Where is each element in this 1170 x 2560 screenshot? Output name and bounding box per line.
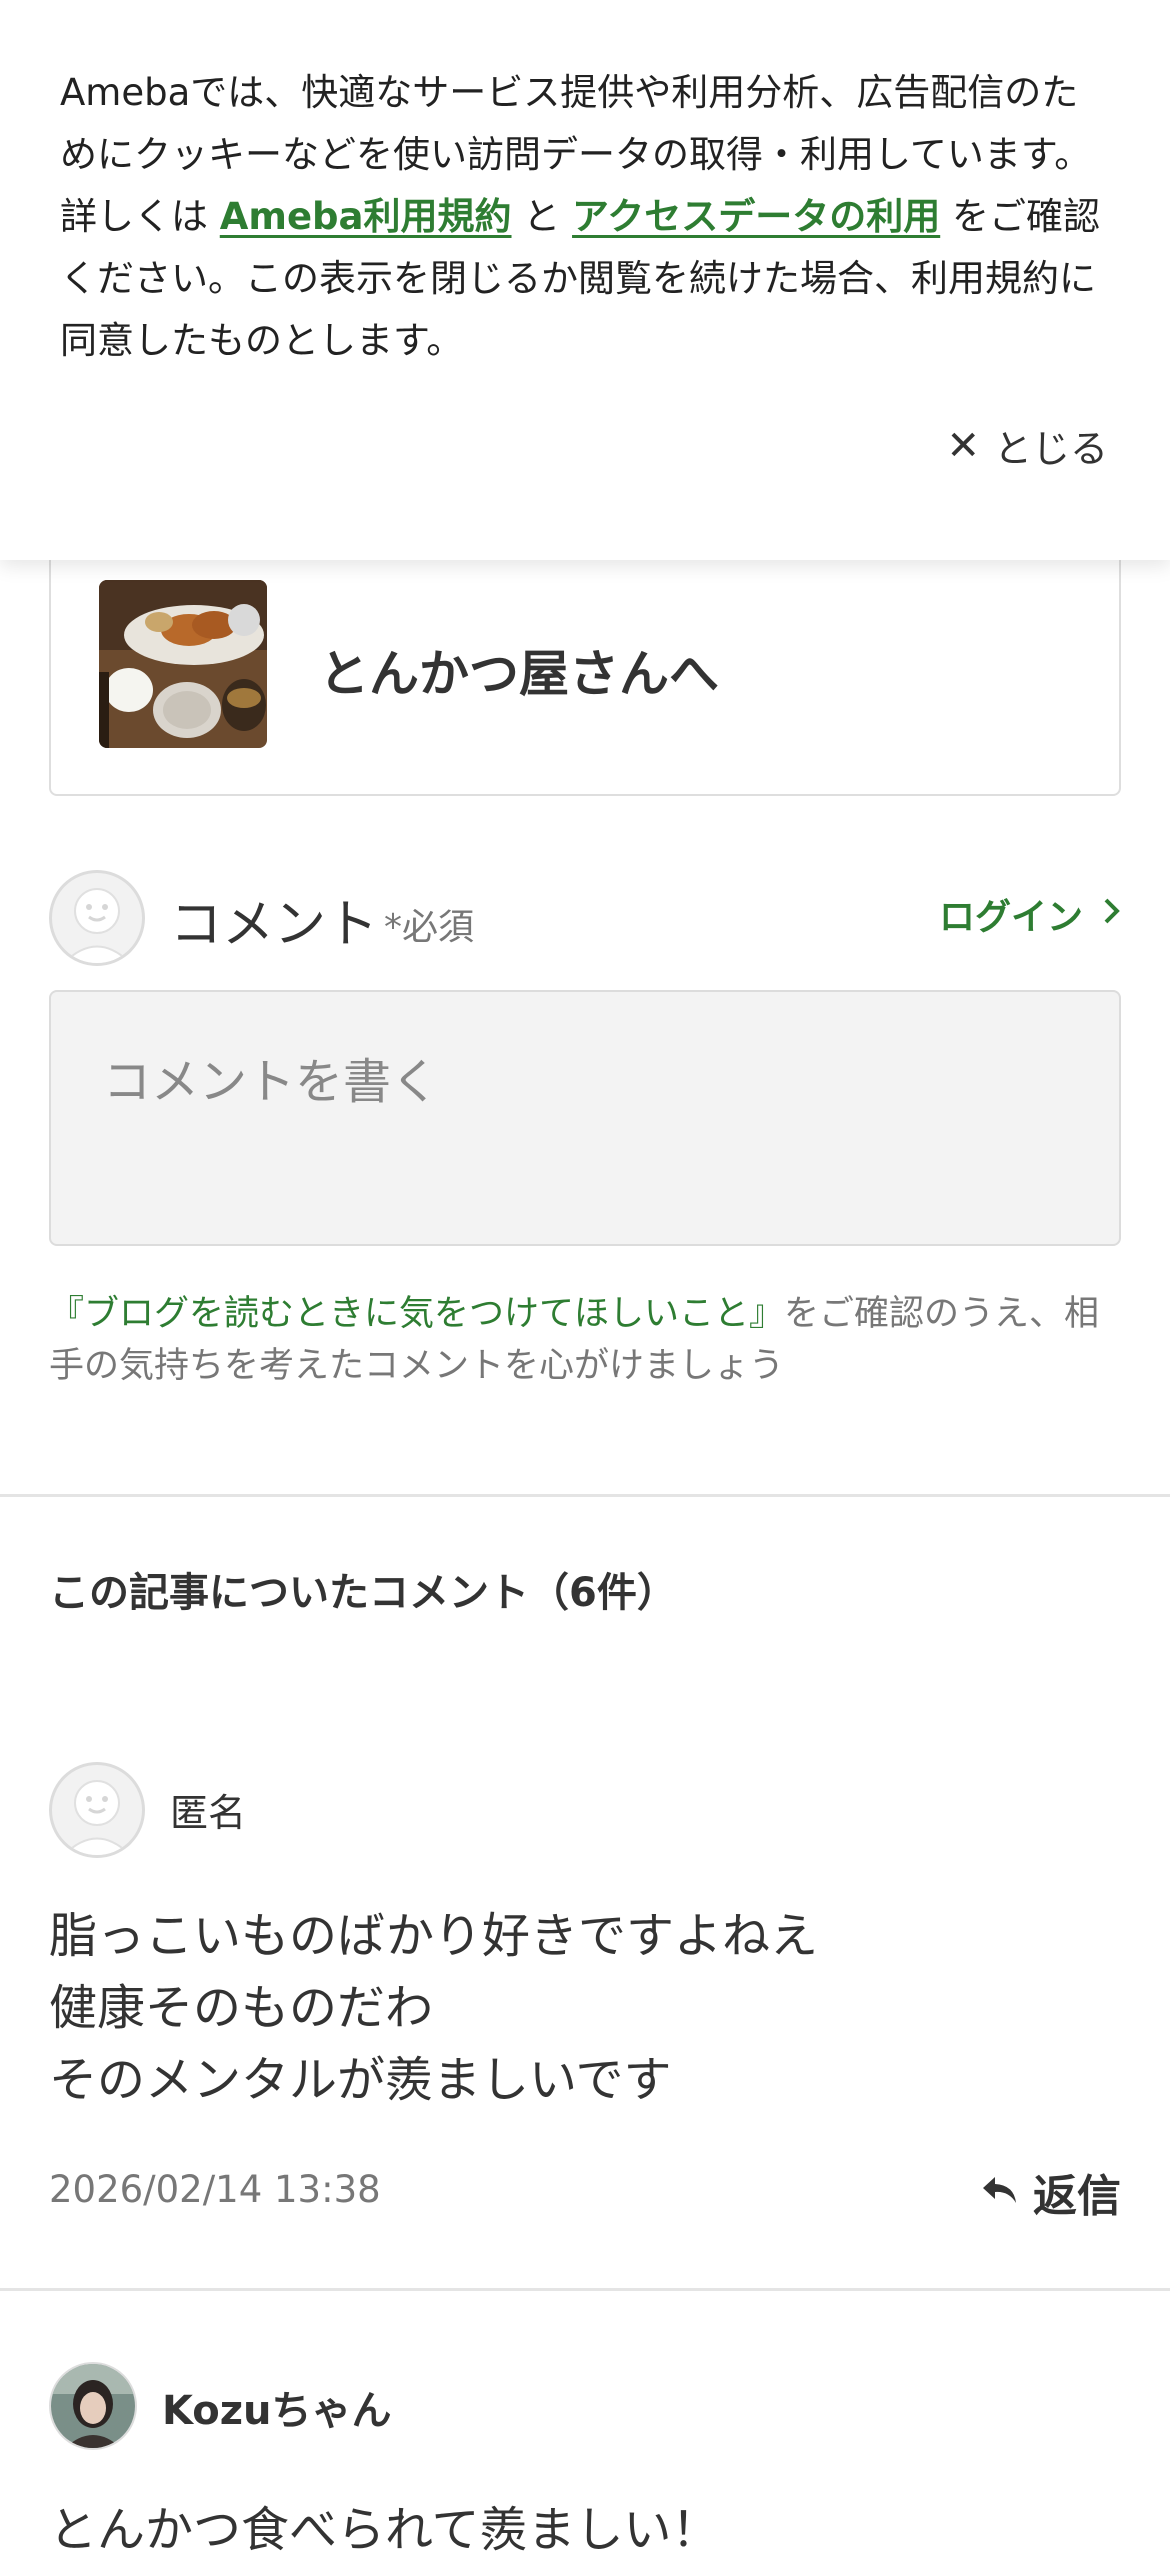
comment-body: 脂っこいものばかり好きですよねえ 健康そのものだわ そのメンタルが羨ましいです bbox=[49, 1900, 818, 2116]
cookie-consent-text: Amebaでは、快適なサービス提供や利用分析、広告配信のためにクッキーなどを使い… bbox=[60, 62, 1110, 372]
cookie-consent-banner: Amebaでは、快適なサービス提供や利用分析、広告配信のためにクッキーなどを使い… bbox=[0, 0, 1170, 560]
section-divider bbox=[0, 1494, 1170, 1497]
commenter-avatar bbox=[49, 1762, 145, 1858]
cookie-text-and: と bbox=[511, 195, 573, 238]
login-link[interactable]: ログイン bbox=[939, 888, 1121, 940]
comment-line: そのメンタルが羨ましいです bbox=[49, 2052, 672, 2108]
comment-label: コメント bbox=[170, 895, 379, 955]
reply-icon bbox=[981, 2167, 1019, 2218]
terms-link[interactable]: Ameba利用規約 bbox=[220, 195, 512, 238]
comment-line: 健康そのものだわ bbox=[49, 1980, 434, 2036]
cookie-close-label: とじる bbox=[993, 427, 1108, 471]
comment-input[interactable] bbox=[49, 990, 1121, 1246]
article-card[interactable]: とんかつ屋さんへ bbox=[49, 540, 1121, 796]
cookie-close-button[interactable]: ✕ とじる bbox=[946, 418, 1108, 473]
reply-label: 返信 bbox=[1033, 2171, 1121, 2222]
user-avatar bbox=[49, 870, 145, 966]
article-title: とんかつ屋さんへ bbox=[319, 645, 719, 703]
commenter-name[interactable]: 匿名 bbox=[170, 1782, 246, 1837]
comment-guideline: 『ブログを読むときに気をつけてほしいこと』をご確認のうえ、相手の気持ちを考えたコ… bbox=[49, 1288, 1129, 1392]
article-thumbnail bbox=[99, 580, 267, 748]
commenter-avatar[interactable] bbox=[49, 2362, 137, 2450]
chevron-right-icon bbox=[1103, 894, 1121, 935]
comment-divider bbox=[0, 2288, 1170, 2291]
close-icon: ✕ bbox=[946, 422, 980, 469]
guideline-link[interactable]: 『ブログを読むときに気をつけてほしいこと』 bbox=[49, 1294, 784, 1334]
comment-date: 2026/02/14 13:38 bbox=[49, 2168, 381, 2211]
access-data-link[interactable]: アクセスデータの利用 bbox=[572, 195, 940, 238]
required-label: *必須 bbox=[384, 907, 475, 948]
comments-heading: この記事についたコメント（6件） bbox=[49, 1570, 677, 1616]
reply-button[interactable]: 返信 bbox=[981, 2160, 1121, 2224]
comment-body: とんかつ食べられて羨ましい！ bbox=[49, 2502, 720, 2558]
commenter-name[interactable]: Kozuちゃん bbox=[162, 2378, 392, 2436]
comment-line: 脂っこいものばかり好きですよねえ bbox=[49, 1908, 818, 1964]
login-label: ログイン bbox=[938, 897, 1083, 938]
